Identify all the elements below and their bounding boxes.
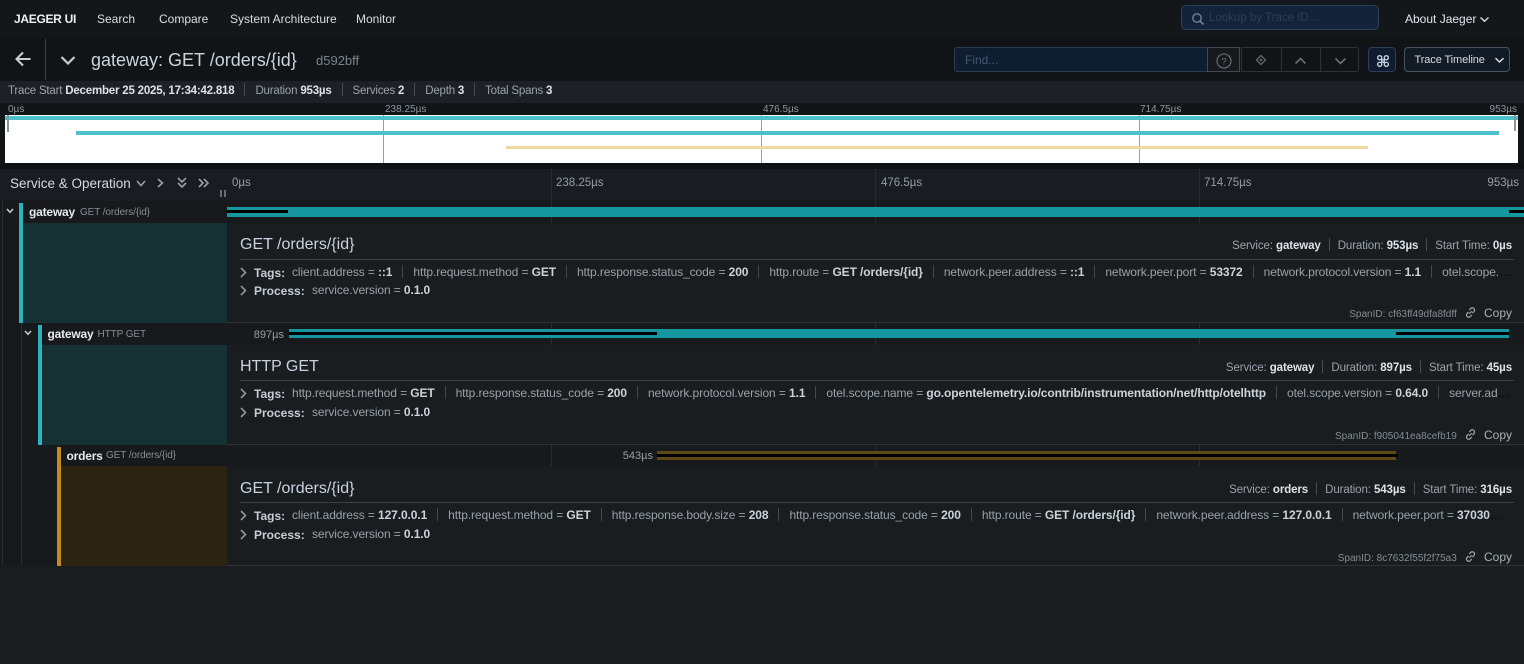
svg-text:?: ? (1221, 56, 1226, 67)
